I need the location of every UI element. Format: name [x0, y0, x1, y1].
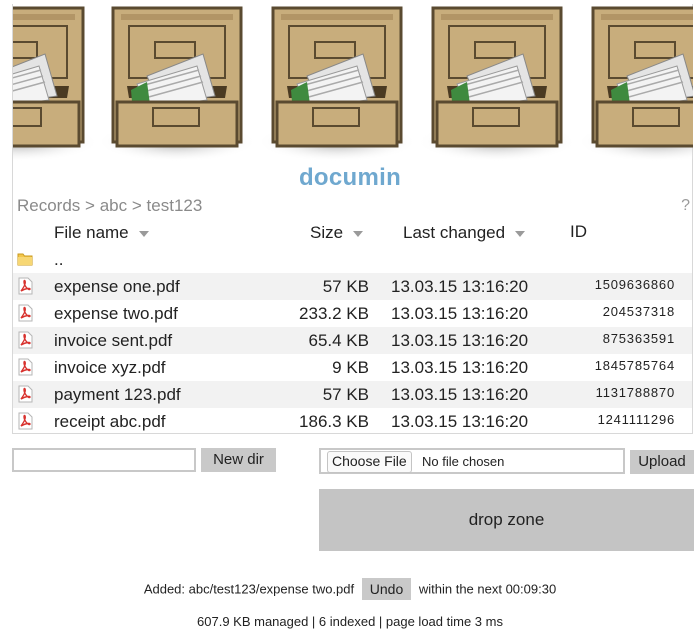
column-header-label: ID: [570, 222, 587, 241]
sort-down-icon: [353, 230, 364, 237]
breadcrumb-separator: >: [131, 196, 142, 215]
table-row[interactable]: receipt abc.pdf 186.3 KB 13.03.15 13:16:…: [13, 408, 692, 435]
pdf-icon: [18, 358, 33, 376]
file-size: 65.4 KB: [308, 331, 370, 350]
file-last-changed: 13.03.15 13:16:20: [391, 358, 529, 377]
column-header-label: File name: [54, 223, 129, 242]
file-chooser[interactable]: Choose File No file chosen: [319, 448, 625, 474]
table-row-parent-dir[interactable]: ..: [13, 246, 692, 273]
breadcrumb-separator: >: [85, 196, 95, 215]
file-size: 57 KB: [322, 277, 369, 296]
file-id: 204537318: [602, 304, 675, 319]
column-header-last-changed[interactable]: Last changed: [403, 223, 526, 243]
parent-dir-link[interactable]: ..: [54, 250, 63, 270]
breadcrumb-item-test123: test123: [146, 196, 203, 215]
column-header-label: Last changed: [403, 223, 506, 242]
upload-button[interactable]: Upload: [630, 450, 694, 474]
file-last-changed: 13.03.15 13:16:20: [391, 331, 529, 350]
table-row[interactable]: invoice sent.pdf 65.4 KB 13.03.15 13:16:…: [13, 327, 692, 354]
no-file-chosen-label: No file chosen: [422, 454, 505, 469]
file-size: 233.2 KB: [299, 304, 369, 323]
sort-down-icon: [515, 230, 526, 237]
table-row[interactable]: expense two.pdf 233.2 KB 13.03.15 13:16:…: [13, 300, 692, 327]
column-header-file-name[interactable]: File name: [54, 223, 149, 243]
new-dir-button[interactable]: New dir: [201, 448, 276, 472]
file-last-changed: 13.03.15 13:16:20: [391, 385, 529, 404]
file-id: 1241111296: [597, 412, 675, 427]
undo-button[interactable]: Undo: [361, 578, 412, 600]
file-list: .. expense one.pdf 57 KB 13.03.15 13:16:…: [13, 246, 692, 435]
pdf-icon: [18, 412, 33, 430]
status-footer: 607.9 KB managed | 6 indexed | page load…: [197, 614, 503, 629]
column-header-size[interactable]: Size: [310, 223, 364, 243]
choose-file-button[interactable]: Choose File: [327, 451, 412, 473]
file-size: 9 KB: [332, 358, 369, 377]
breadcrumb-item-records[interactable]: Records: [17, 196, 80, 215]
drop-zone[interactable]: drop zone: [319, 489, 694, 551]
file-last-changed: 13.03.15 13:16:20: [391, 304, 529, 323]
column-header-id: ID: [570, 222, 587, 242]
folder-icon: [17, 253, 33, 266]
breadcrumb-item-abc[interactable]: abc: [100, 196, 127, 215]
file-size: 186.3 KB: [299, 412, 369, 431]
sort-down-icon: [138, 230, 149, 237]
cabinet-banner: [13, 4, 693, 164]
pdf-icon: [18, 385, 33, 403]
table-header: File name Size Last changed ID: [13, 220, 692, 246]
file-id: 1509636860: [594, 277, 675, 292]
file-last-changed: 13.03.15 13:16:20: [391, 277, 529, 296]
help-link[interactable]: ?: [681, 197, 690, 215]
app-brand[interactable]: documin: [0, 164, 700, 194]
file-name-link[interactable]: payment 123.pdf: [54, 385, 181, 405]
pdf-icon: [18, 331, 33, 349]
table-row[interactable]: expense one.pdf 57 KB 13.03.15 13:16:20 …: [13, 273, 692, 300]
file-name-link[interactable]: invoice xyz.pdf: [54, 358, 166, 378]
file-id: 1845785764: [594, 358, 675, 373]
file-name-link[interactable]: expense one.pdf: [54, 277, 180, 297]
notice-prefix: Added: abc/test123/expense two.pdf: [143, 581, 355, 597]
file-name-link[interactable]: receipt abc.pdf: [54, 412, 166, 432]
pdf-icon: [18, 277, 33, 295]
notice-suffix: within the next 00:09:30: [418, 581, 557, 597]
file-name-link[interactable]: invoice sent.pdf: [54, 331, 172, 351]
file-id: 1131788870: [595, 385, 675, 400]
column-header-label: Size: [310, 223, 344, 242]
cabinet-banner-art: [13, 6, 693, 164]
file-size: 57 KB: [322, 385, 369, 404]
file-last-changed: 13.03.15 13:16:20: [391, 412, 529, 431]
new-dir-input[interactable]: [12, 448, 196, 472]
table-row[interactable]: invoice xyz.pdf 9 KB 13.03.15 13:16:20 1…: [13, 354, 692, 381]
file-name-link[interactable]: expense two.pdf: [54, 304, 178, 324]
pdf-icon: [18, 304, 33, 322]
table-row[interactable]: payment 123.pdf 57 KB 13.03.15 13:16:20 …: [13, 381, 692, 408]
added-notice: Added: abc/test123/expense two.pdf Undo …: [0, 578, 700, 600]
file-id: 875363591: [602, 331, 675, 346]
breadcrumb: Records > abc > test123: [17, 196, 202, 216]
